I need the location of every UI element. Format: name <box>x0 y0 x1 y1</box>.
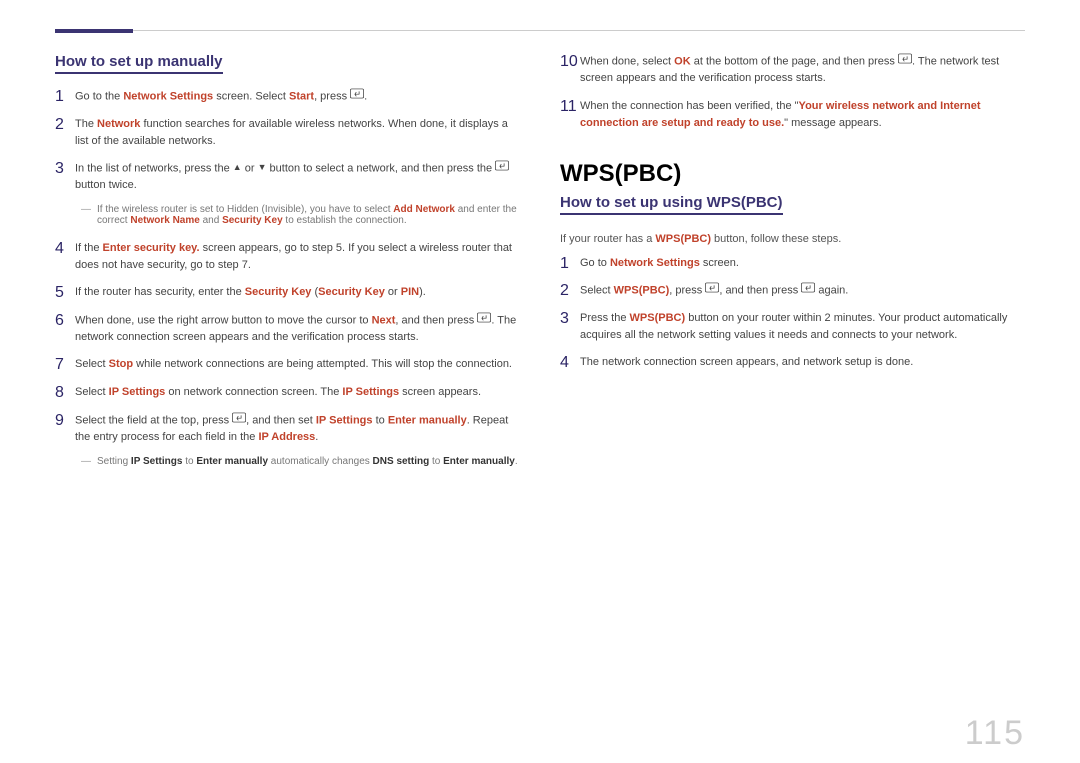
step: 4If the Enter security key. screen appea… <box>55 240 520 274</box>
step-number: 11 <box>560 98 580 132</box>
step-body: When done, use the right arrow button to… <box>75 312 520 347</box>
step-body: Select WPS(PBC), press , and then press … <box>580 282 1025 300</box>
header-rule <box>55 30 1025 31</box>
step: 1Go to Network Settings screen. <box>560 255 1025 273</box>
step-number: 1 <box>55 88 75 106</box>
step-body: The network connection screen appears, a… <box>580 354 1025 372</box>
enter-icon <box>801 282 815 299</box>
step-body: If the router has security, enter the Se… <box>75 284 520 302</box>
step: 4The network connection screen appears, … <box>560 354 1025 372</box>
step-body: When the connection has been verified, t… <box>580 98 1025 132</box>
right-column: 10When done, select OK at the bottom of … <box>560 53 1025 704</box>
step: 2Select WPS(PBC), press , and then press… <box>560 282 1025 300</box>
step-body: In the list of networks, press the ▲ or … <box>75 160 520 195</box>
intro-text: If your router has a WPS(PBC) button, fo… <box>560 233 1025 245</box>
enter-icon <box>898 53 912 70</box>
step-body: If the Enter security key. screen appear… <box>75 240 520 274</box>
enter-icon <box>495 160 509 177</box>
step-number: 6 <box>55 312 75 347</box>
step-number: 4 <box>55 240 75 274</box>
step-number: 5 <box>55 284 75 302</box>
enter-icon <box>477 312 491 329</box>
step-body: Press the WPS(PBC) button on your router… <box>580 310 1025 344</box>
step-body: Select the field at the top, press , and… <box>75 412 520 447</box>
step-body: Go to Network Settings screen. <box>580 255 1025 273</box>
page-number: 115 <box>55 704 1025 753</box>
step-body: Select IP Settings on network connection… <box>75 384 520 402</box>
step: 11When the connection has been verified,… <box>560 98 1025 132</box>
step-number: 3 <box>55 160 75 195</box>
step: 10When done, select OK at the bottom of … <box>560 53 1025 88</box>
step-number: 8 <box>55 384 75 402</box>
step-number: 1 <box>560 255 580 273</box>
enter-icon <box>232 412 246 429</box>
step-number: 7 <box>55 356 75 374</box>
step-body: When done, select OK at the bottom of th… <box>580 53 1025 88</box>
step: 7Select Stop while network connections a… <box>55 356 520 374</box>
step-note: If the wireless router is set to Hidden … <box>89 204 520 226</box>
two-columns: How to set up manually 1Go to the Networ… <box>55 53 1025 704</box>
step-number: 9 <box>55 412 75 447</box>
step: 1Go to the Network Settings screen. Sele… <box>55 88 520 106</box>
step-body: The Network function searches for availa… <box>75 116 520 150</box>
enter-icon <box>350 88 364 105</box>
step: 3Press the WPS(PBC) button on your route… <box>560 310 1025 344</box>
step-number: 4 <box>560 354 580 372</box>
manual-page: How to set up manually 1Go to the Networ… <box>0 0 1080 763</box>
left-column: How to set up manually 1Go to the Networ… <box>55 53 520 704</box>
step-number: 2 <box>55 116 75 150</box>
step-number: 3 <box>560 310 580 344</box>
step: 9Select the field at the top, press , an… <box>55 412 520 447</box>
step: 6When done, use the right arrow button t… <box>55 312 520 347</box>
section-title-wpspbc: WPS(PBC) <box>560 160 1025 188</box>
enter-icon <box>705 282 719 299</box>
subhead-manual: How to set up manually <box>55 53 223 74</box>
step-number: 10 <box>560 53 580 88</box>
step-body: Select Stop while network connections ar… <box>75 356 520 374</box>
step: 2The Network function searches for avail… <box>55 116 520 150</box>
step-body: Go to the Network Settings screen. Selec… <box>75 88 520 106</box>
subhead-wpspbc: How to set up using WPS(PBC) <box>560 194 783 215</box>
step: 3In the list of networks, press the ▲ or… <box>55 160 520 195</box>
step: 5If the router has security, enter the S… <box>55 284 520 302</box>
step-note: Setting IP Settings to Enter manually au… <box>89 456 520 467</box>
step: 8Select IP Settings on network connectio… <box>55 384 520 402</box>
step-number: 2 <box>560 282 580 300</box>
